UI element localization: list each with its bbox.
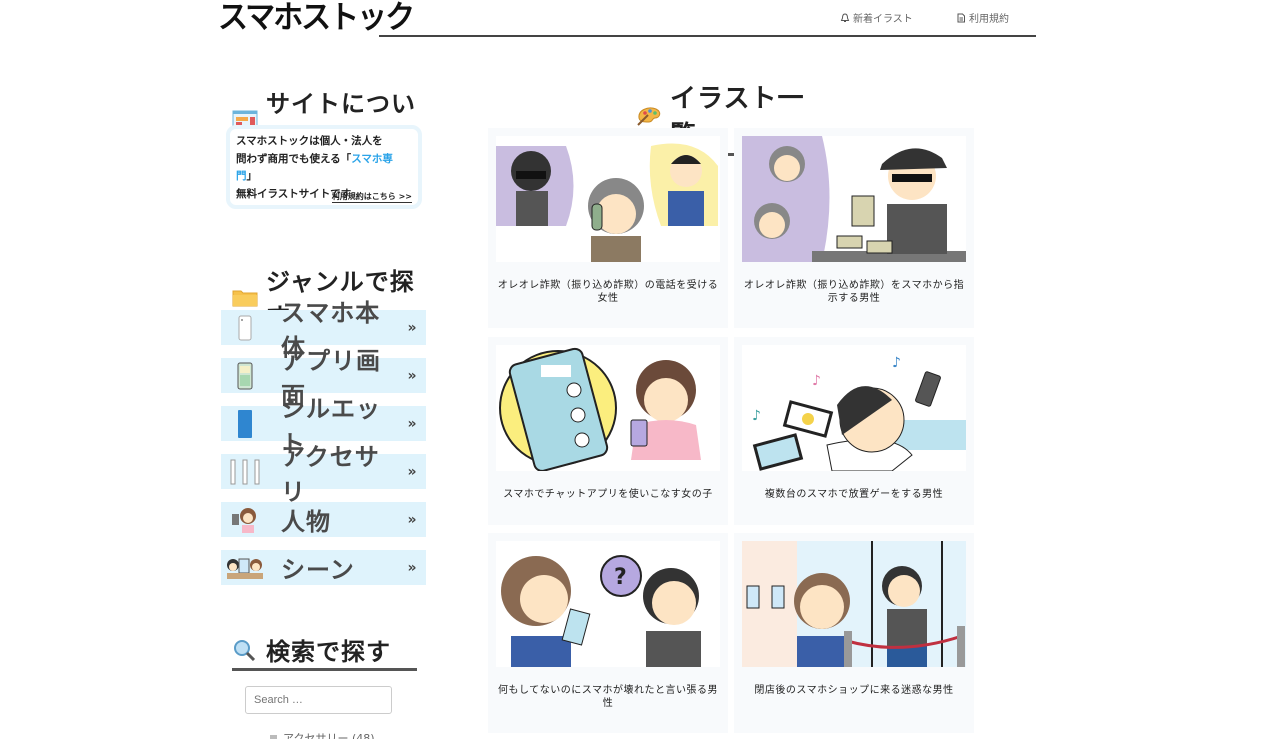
fraud-call-woman-image xyxy=(496,143,718,262)
search-title: 検索で探す xyxy=(266,638,391,666)
genre-icon-wrap xyxy=(221,409,269,439)
silhouette-icon xyxy=(238,409,252,438)
search-heading: 検索で探す xyxy=(232,632,417,671)
app-screen-icon xyxy=(237,362,253,389)
illustration-thumbnail[interactable] xyxy=(742,136,966,262)
illustration-caption[interactable]: 複数台のスマホで放置ゲーをする男性 xyxy=(742,488,966,501)
category-item[interactable]: アクセサリー (48) xyxy=(270,730,375,739)
illustration-thumbnail[interactable]: ? xyxy=(496,541,720,667)
genre-label: 人物 xyxy=(281,508,331,536)
chevron-right-icon: » xyxy=(407,559,417,576)
genre-icon-wrap xyxy=(221,506,269,534)
illustration-caption[interactable]: オレオレ詐欺（振り込め詐欺）をスマホから指示する男性 xyxy=(742,279,966,305)
chevron-right-icon: » xyxy=(407,415,417,432)
illustration-card[interactable]: オレオレ詐欺（振り込め詐欺）の電話を受ける女性 xyxy=(488,128,728,328)
svg-text:♪: ♪ xyxy=(892,355,901,371)
site-header: スマホストック 新着イラスト 利用規約 xyxy=(218,0,1036,40)
genre-label: アクセサリ xyxy=(281,442,380,506)
illustration-card[interactable]: 閉店後のスマホショップに来る迷惑な男性 xyxy=(734,533,974,733)
illustration-card[interactable]: ♪ ♪ ♪ 複数台のスマホで放置ゲーをする男性 xyxy=(734,337,974,525)
idle-game-man-image: ♪ ♪ ♪ xyxy=(752,355,966,471)
svg-text:?: ? xyxy=(614,565,627,590)
illustration-caption[interactable]: 閉店後のスマホショップに来る迷惑な男性 xyxy=(742,684,966,697)
about-line-2-pre: 問わず商用でも使える「 xyxy=(236,152,352,165)
person-icon xyxy=(232,507,256,533)
genre-item-accessory[interactable]: アクセサリ » xyxy=(221,443,426,506)
chevron-right-icon: » xyxy=(407,463,417,480)
about-box: スマホストックは個人・法人を 問わず商用でも使える「スマホ専門」 無料イラストサ… xyxy=(226,125,422,209)
genre-icon-wrap xyxy=(221,555,269,581)
magnifier-icon xyxy=(234,639,256,661)
illustration-thumbnail[interactable] xyxy=(742,541,966,667)
genre-icon-wrap xyxy=(221,362,269,390)
illustration-card[interactable]: スマホでチャットアプリを使いこなす女の子 xyxy=(488,337,728,525)
illustration-card[interactable]: ? 何もしてないのにスマホが壊れたと言い張る男性 xyxy=(488,533,728,733)
genre-icon-wrap xyxy=(221,315,269,341)
illustration-caption[interactable]: オレオレ詐欺（振り込め詐欺）の電話を受ける女性 xyxy=(496,279,720,305)
genre-item-person[interactable]: 人物 » xyxy=(221,502,426,537)
fraud-instructing-man-image xyxy=(742,136,966,262)
nav-label: 新着イラスト xyxy=(853,14,913,25)
broken-phone-man-image: ? xyxy=(501,555,701,667)
svg-text:♪: ♪ xyxy=(752,408,761,424)
about-line-2-post: 」 xyxy=(246,170,258,182)
bell-icon xyxy=(840,12,850,22)
svg-text:♪: ♪ xyxy=(812,373,821,389)
search-input[interactable] xyxy=(245,686,392,714)
nav-label: 利用規約 xyxy=(969,14,1009,25)
genre-item-scene[interactable]: シーン » xyxy=(221,550,426,585)
chevron-right-icon: » xyxy=(407,511,417,528)
chat-app-girl-image xyxy=(499,347,701,471)
illustration-thumbnail[interactable]: ♪ ♪ ♪ xyxy=(742,345,966,471)
nav-terms[interactable]: 利用規約 xyxy=(956,10,1009,25)
document-icon xyxy=(957,13,965,22)
bullet-icon xyxy=(270,734,277,739)
category-label: アクセサリー (48) xyxy=(283,732,375,739)
genre-label: シーン xyxy=(281,556,355,584)
chevron-right-icon: » xyxy=(407,319,417,336)
palette-icon xyxy=(637,107,661,126)
folder-icon xyxy=(232,290,258,307)
genre-icon-wrap xyxy=(221,458,269,486)
header-divider xyxy=(379,35,1036,37)
terms-link[interactable]: 利用規約はこちら >> xyxy=(331,191,412,203)
illustration-caption[interactable]: 何もしてないのにスマホが壊れたと言い張る男性 xyxy=(496,684,720,710)
about-line-1: スマホストックは個人・法人を xyxy=(236,135,383,147)
illustration-caption[interactable]: スマホでチャットアプリを使いこなす女の子 xyxy=(496,488,720,501)
illustration-thumbnail[interactable] xyxy=(496,345,720,471)
illustration-thumbnail[interactable] xyxy=(496,136,720,262)
site-logo[interactable]: スマホストック xyxy=(218,0,415,37)
nav-new-illustrations[interactable]: 新着イラスト xyxy=(840,10,913,25)
heading-underline xyxy=(232,668,417,671)
smartphone-icon xyxy=(238,315,252,340)
scene-icon xyxy=(227,558,263,579)
shop-nuisance-man-image xyxy=(742,541,966,667)
chevron-right-icon: » xyxy=(407,367,417,384)
about-line-2: 問わず商用でも使える「スマホ専門」 xyxy=(236,151,412,186)
illustration-card[interactable]: オレオレ詐欺（振り込め詐欺）をスマホから指示する男性 xyxy=(734,128,974,328)
cable-icon xyxy=(230,459,260,484)
